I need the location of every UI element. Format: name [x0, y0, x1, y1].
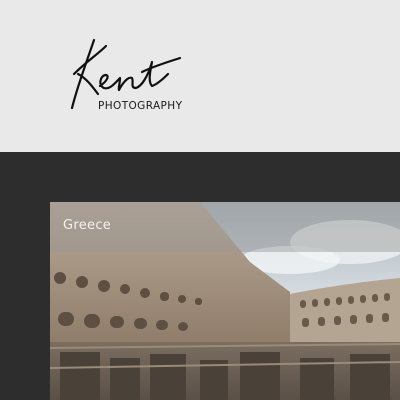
site-header: PHOTOGRAPHY [0, 0, 400, 152]
logo-subtitle: PHOTOGRAPHY [98, 100, 183, 112]
main-content: Greece [0, 152, 400, 400]
gallery-title[interactable]: Greece [63, 218, 111, 233]
gallery-card-greece[interactable]: Greece [50, 202, 400, 400]
brand-logo[interactable]: PHOTOGRAPHY [64, 32, 204, 122]
